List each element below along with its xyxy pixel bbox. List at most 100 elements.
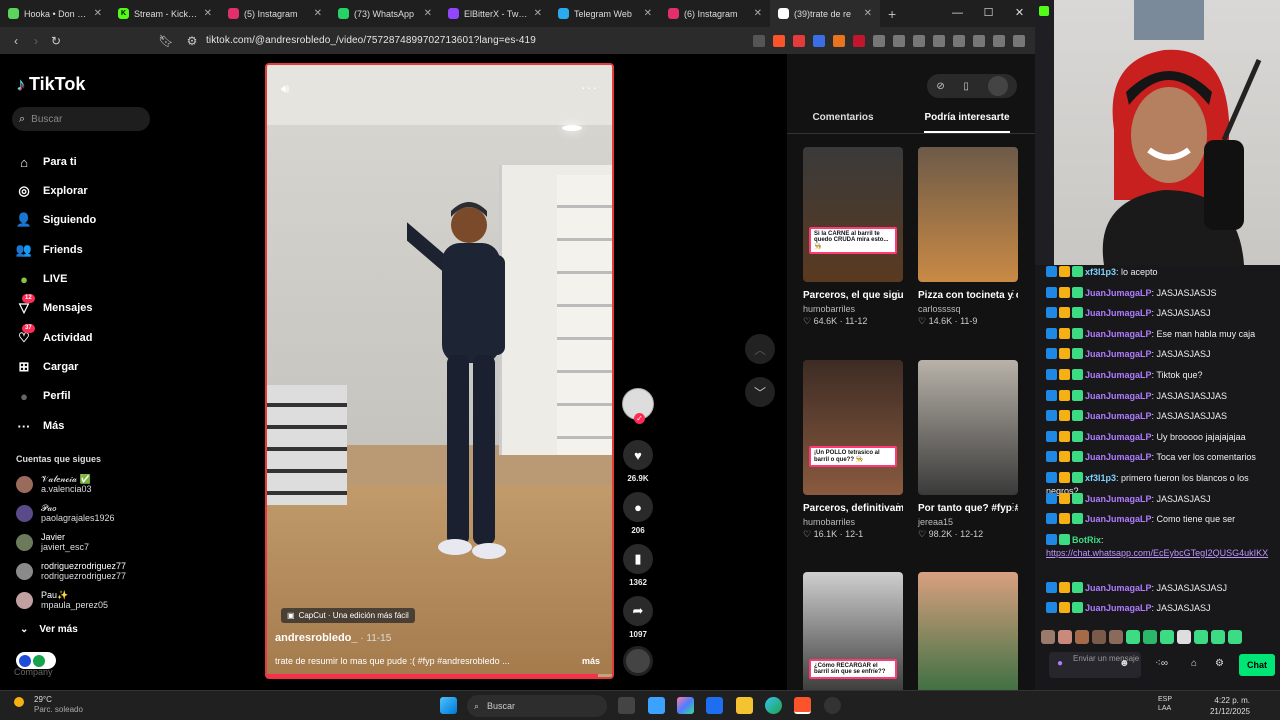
close-tab-icon[interactable]: ✕ — [204, 8, 212, 19]
browser-tab[interactable]: K Stream - Kick Das ✕ — [110, 0, 220, 27]
more-options-icon[interactable]: ⋮ — [893, 289, 903, 300]
sidebar-item-more[interactable]: ··· Más — [16, 418, 65, 434]
tiktok-logo[interactable]: ♪ TikTok — [16, 74, 85, 95]
music-disc-icon[interactable] — [623, 646, 653, 676]
emote-icon[interactable] — [1075, 630, 1089, 644]
browser-tab[interactable]: (5) Instagram ✕ — [220, 0, 330, 27]
video-author[interactable]: andresrobledo_ · 11-15 — [275, 632, 391, 644]
sidebar-item-following[interactable]: 👤 Siguiendo — [16, 212, 96, 228]
wallet-icon[interactable] — [953, 34, 965, 47]
chat-username[interactable]: JuanJumagaLP — [1085, 288, 1152, 298]
recommended-video-card[interactable]: ¿Cómo RECARGAR el barril sin que se enfr… — [803, 572, 903, 707]
task-view-icon[interactable] — [618, 697, 635, 714]
video-thumbnail[interactable]: ¿Cómo RECARGAR el barril sin que se enfr… — [803, 572, 903, 707]
card-user[interactable]: jereaa15 — [918, 517, 1018, 527]
video-thumbnail[interactable]: ¡Un POLLO tetrasico al barril o que?? 👨‍… — [803, 360, 903, 495]
next-video-button[interactable]: ﹀ — [745, 377, 775, 407]
volume-icon[interactable]: 🔊︎ — [281, 81, 289, 97]
chat-username[interactable]: xf3l1p3 — [1085, 473, 1116, 483]
close-tab-icon[interactable]: ✕ — [644, 8, 652, 19]
chat-username[interactable]: JuanJumagaLP — [1085, 452, 1152, 462]
card-user[interactable]: humobarriles — [803, 517, 903, 527]
sidebar-item-profile[interactable]: ● Perfil — [16, 388, 70, 404]
emoji-icon[interactable]: ☻ — [1119, 658, 1130, 669]
close-tab-icon[interactable]: ✕ — [534, 8, 542, 19]
close-tab-icon[interactable]: ✕ — [424, 8, 432, 19]
followed-account[interactable]: 𝒫𝒶𝑜 paolagrajales1926 — [16, 503, 115, 523]
recommended-video-card[interactable]: Por tanto que? #fyp #parati... jereaa15 ♡ … — [918, 360, 1018, 540]
puzzle-icon[interactable] — [873, 34, 885, 47]
followed-account[interactable]: Pau✨ mpaula_perez05 — [16, 590, 108, 610]
extension-icon[interactable] — [833, 34, 845, 47]
maximize-icon[interactable]: ☐ — [973, 0, 1004, 27]
video-thumbnail[interactable] — [918, 147, 1018, 282]
edge-icon[interactable] — [765, 697, 782, 714]
bookmark-icon[interactable]: 🔖︎ — [156, 34, 176, 48]
chat-username[interactable]: JuanJumagaLP — [1085, 391, 1152, 401]
screenshot-icon[interactable] — [893, 34, 905, 47]
comment-icon[interactable]: ● — [623, 492, 653, 522]
close-window-icon[interactable]: ✕ — [1004, 0, 1035, 27]
recommended-video-card[interactable]: Pizza con tocineta y champiñones a... car… — [918, 147, 1018, 327]
browser-tab[interactable]: (73) WhatsApp ✕ — [330, 0, 440, 27]
chat-send-button[interactable]: Chat — [1239, 654, 1275, 676]
copilot-icon[interactable] — [677, 697, 694, 714]
close-tab-icon[interactable]: ✕ — [94, 8, 102, 19]
forward-icon[interactable]: › — [26, 34, 46, 48]
coin-icon[interactable]: ⊘ — [936, 81, 944, 92]
avatar[interactable]: ✓ — [622, 388, 654, 424]
browser-tab[interactable]: ElBitterX - Twitch ✕ — [440, 0, 550, 27]
sidebar-item-friends[interactable]: 👥 Friends — [16, 242, 83, 258]
users-icon[interactable]: ⁖∞ — [1155, 658, 1168, 669]
share-icon[interactable]: ➦ — [623, 596, 653, 626]
twitch-logo-icon[interactable] — [1039, 6, 1049, 16]
snipping-tool-icon[interactable] — [648, 697, 665, 714]
chat-username[interactable]: JuanJumagaLP — [1085, 514, 1152, 524]
recommended-video-card[interactable] — [918, 572, 1018, 707]
card-user[interactable]: humobarriles — [803, 304, 903, 314]
brave-icon[interactable] — [794, 697, 811, 714]
emote-icon[interactable] — [1143, 630, 1157, 644]
obs-icon[interactable] — [824, 697, 841, 714]
sidebar-item-home[interactable]: ⌂ Para ti — [16, 154, 77, 170]
chat-username[interactable]: JuanJumagaLP — [1085, 432, 1152, 442]
clock[interactable]: 4:22 p. m. 21/12/2025 — [1210, 695, 1250, 717]
close-tab-icon[interactable]: ✕ — [864, 8, 872, 19]
tab-comments[interactable]: Comentarios — [812, 106, 873, 133]
url-field[interactable]: tiktok.com/@andresrobledo_/video/7572874… — [206, 35, 536, 46]
video-thumbnail[interactable]: Si la CARNE al barril te quedo CRUDA mir… — [803, 147, 903, 282]
sidebar-item-activity[interactable]: ♡ 37 Actividad — [16, 324, 93, 346]
heart-icon[interactable]: ♥ — [623, 440, 653, 470]
recommended-video-card[interactable]: Si la CARNE al barril te quedo CRUDA mir… — [803, 147, 903, 327]
browser-tab[interactable]: (6) Instagram ✕ — [660, 0, 770, 27]
share-button[interactable]: ➦ 1097 — [620, 596, 656, 639]
translate-icon[interactable] — [753, 34, 765, 47]
reload-icon[interactable]: ↻ — [46, 34, 66, 48]
followed-account[interactable]: rodriguezrodriguez77 rodriguezrodriguez77 — [16, 561, 126, 581]
chat-username[interactable]: xf3l1p3 — [1085, 267, 1116, 277]
taskbar-search[interactable]: ⌕ Buscar — [467, 695, 607, 717]
chat-username[interactable]: JuanJumagaLP — [1085, 370, 1152, 380]
chat-username[interactable]: JuanJumagaLP — [1085, 603, 1152, 613]
see-more-button[interactable]: ⌄ Ver más — [20, 624, 78, 635]
emote-icon[interactable] — [1041, 630, 1055, 644]
more-options-icon[interactable]: ⋮ — [1008, 289, 1018, 300]
sound-disc[interactable] — [620, 646, 656, 676]
emote-icon[interactable] — [1109, 630, 1123, 644]
browser-tab[interactable]: Hooka • Don Ome ✕ — [0, 0, 110, 27]
extension-icon[interactable] — [813, 34, 825, 47]
extension-icon[interactable] — [853, 34, 865, 47]
more-options-icon[interactable]: ⋮ — [1008, 502, 1018, 513]
store-icon[interactable] — [706, 697, 723, 714]
emote-icon[interactable] — [1092, 630, 1106, 644]
media-icon[interactable] — [913, 34, 925, 47]
menu-icon[interactable] — [1013, 34, 1025, 47]
more-options-icon[interactable]: ⋮ — [893, 502, 903, 513]
new-tab-button[interactable]: + — [888, 6, 896, 22]
rewards-icon[interactable] — [793, 34, 805, 47]
capcut-tag[interactable]: ▣ CapCut · Una edición más fácil — [281, 608, 415, 623]
site-settings-icon[interactable]: ⚙ — [182, 34, 202, 48]
tab-recommended[interactable]: Podría interesarte — [924, 106, 1010, 133]
language-indicator[interactable]: ESP LAA — [1158, 695, 1172, 713]
leo-icon[interactable] — [973, 34, 985, 47]
